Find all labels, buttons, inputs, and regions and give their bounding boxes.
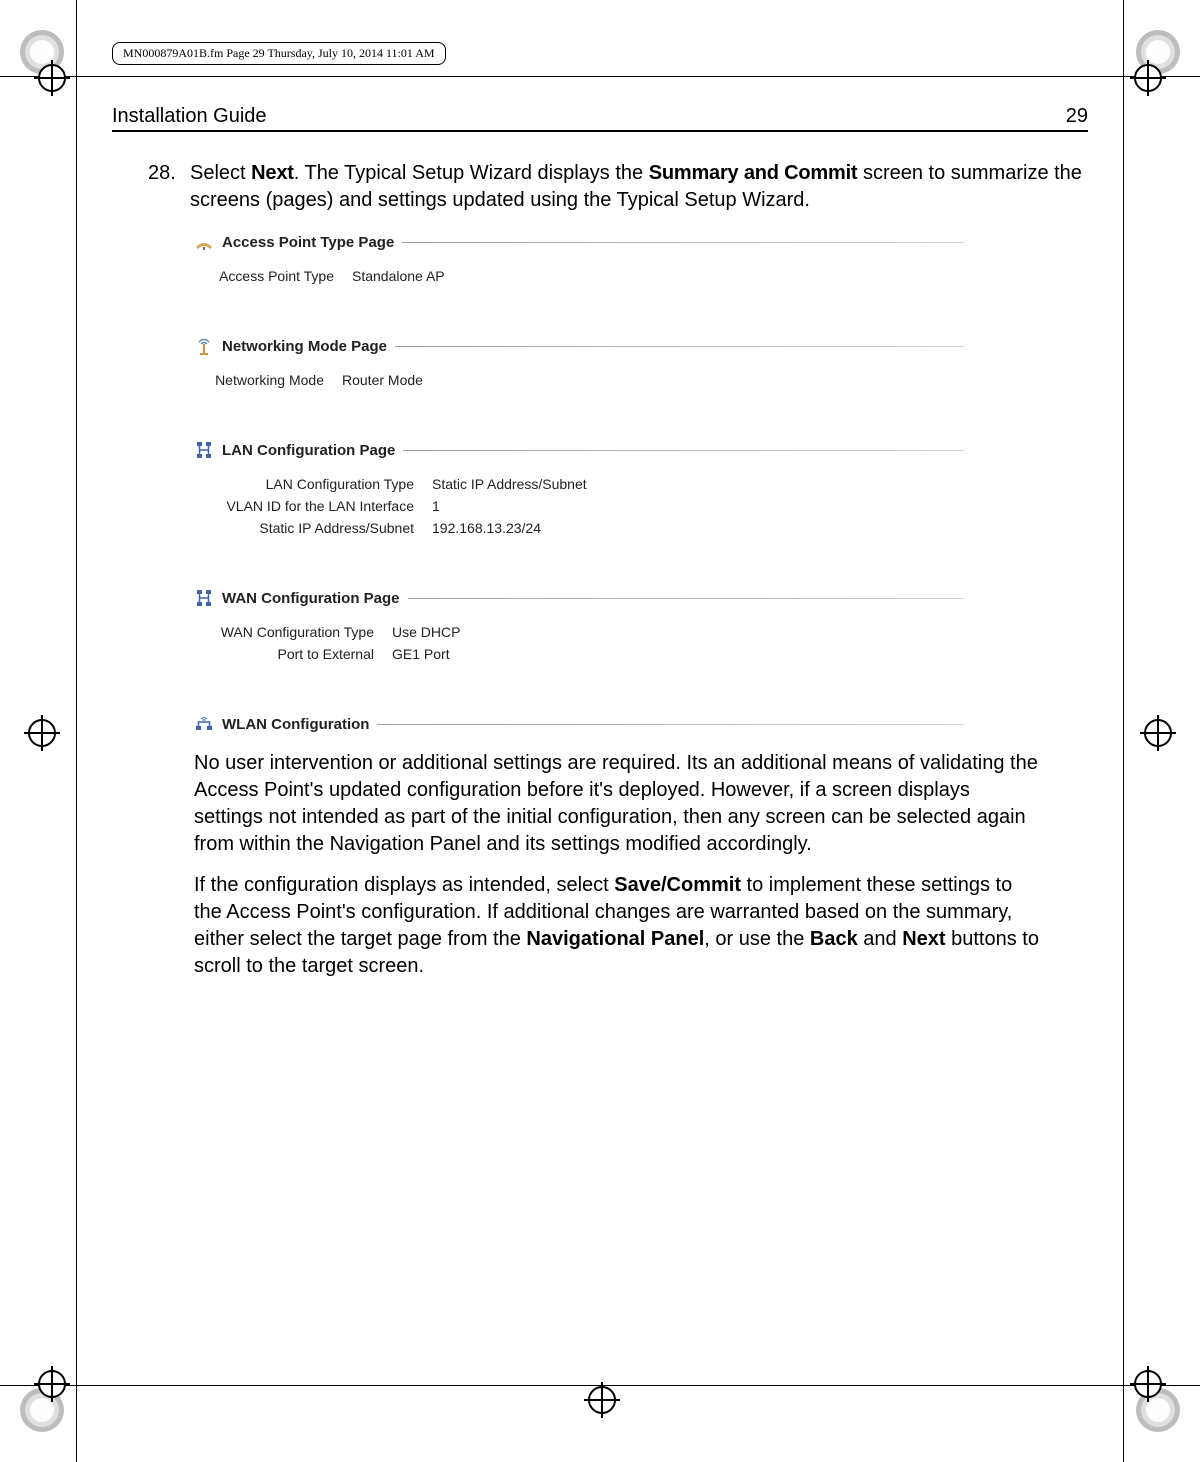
crop-line-ht	[0, 76, 1200, 77]
lan-icon	[194, 440, 214, 460]
reg-mark-tl	[38, 64, 66, 92]
page-header-strip: MN000879A01B.fm Page 29 Thursday, July 1…	[112, 42, 446, 65]
kv-key: LAN Configuration Type	[194, 476, 432, 492]
kv-key: VLAN ID for the LAN Interface	[194, 498, 432, 514]
reg-mark-tr	[1134, 64, 1162, 92]
group-rule	[377, 724, 964, 725]
kv-value: 1	[432, 498, 440, 514]
kv-value: Standalone AP	[352, 268, 445, 284]
kv-row: LAN Configuration Type Static IP Address…	[194, 476, 964, 492]
kv-value: GE1 Port	[392, 646, 450, 662]
group-title: WAN Configuration Page	[222, 590, 400, 607]
group-title: Access Point Type Page	[222, 234, 394, 251]
kv-key: WAN Configuration Type	[194, 624, 392, 640]
kv-key: Static IP Address/Subnet	[194, 520, 432, 536]
group-lan-config: LAN Configuration Page LAN Configuration…	[194, 440, 964, 536]
reg-mark-bl	[38, 1370, 66, 1398]
running-head: Installation Guide 29	[112, 105, 1088, 132]
wan-icon	[194, 588, 214, 608]
group-title: Networking Mode Page	[222, 338, 387, 355]
kv-key: Port to External	[194, 646, 392, 662]
group-rule	[395, 346, 964, 347]
kv-value: Router Mode	[342, 372, 423, 388]
kv-value: Use DHCP	[392, 624, 460, 640]
group-networking-mode: Networking Mode Page Networking Mode Rou…	[194, 336, 964, 388]
kv-row: Port to External GE1 Port	[194, 646, 964, 662]
kv-row: Static IP Address/Subnet 192.168.13.23/2…	[194, 520, 964, 536]
kv-key: Access Point Type	[194, 268, 352, 284]
antenna-icon	[194, 336, 214, 356]
kv-row: Access Point Type Standalone AP	[194, 268, 964, 284]
running-title: Installation Guide	[112, 105, 267, 128]
paragraph-2: If the configuration displays as intende…	[194, 872, 1042, 980]
access-point-icon	[194, 232, 214, 252]
reg-mark-br	[1134, 1370, 1162, 1398]
step-number: 28.	[148, 160, 178, 214]
step-text: Select Next. The Typical Setup Wizard di…	[190, 160, 1088, 214]
group-rule	[403, 450, 964, 451]
crop-line-vl	[76, 0, 77, 1462]
group-rule	[402, 242, 964, 243]
wlan-icon	[194, 714, 214, 734]
group-access-point-type: Access Point Type Page Access Point Type…	[194, 232, 964, 284]
step-28: 28. Select Next. The Typical Setup Wizar…	[148, 160, 1088, 214]
reg-mark-mr	[1144, 719, 1172, 747]
group-wan-config: WAN Configuration Page WAN Configuration…	[194, 588, 964, 662]
group-wlan-config: WLAN Configuration	[194, 714, 964, 734]
group-rule	[408, 598, 965, 599]
paragraph-1: No user intervention or additional setti…	[194, 750, 1042, 858]
group-title: LAN Configuration Page	[222, 442, 395, 459]
kv-row: Networking Mode Router Mode	[194, 372, 964, 388]
kv-value: 192.168.13.23/24	[432, 520, 541, 536]
reg-mark-bc	[588, 1386, 616, 1414]
kv-key: Networking Mode	[194, 372, 342, 388]
kv-row: VLAN ID for the LAN Interface 1	[194, 498, 964, 514]
reg-mark-ml	[28, 719, 56, 747]
kv-row: WAN Configuration Type Use DHCP	[194, 624, 964, 640]
crop-line-vr	[1123, 0, 1124, 1462]
page-number: 29	[1066, 105, 1088, 128]
group-title: WLAN Configuration	[222, 716, 369, 733]
wizard-summary-screenshot: Access Point Type Page Access Point Type…	[194, 232, 964, 734]
kv-value: Static IP Address/Subnet	[432, 476, 587, 492]
